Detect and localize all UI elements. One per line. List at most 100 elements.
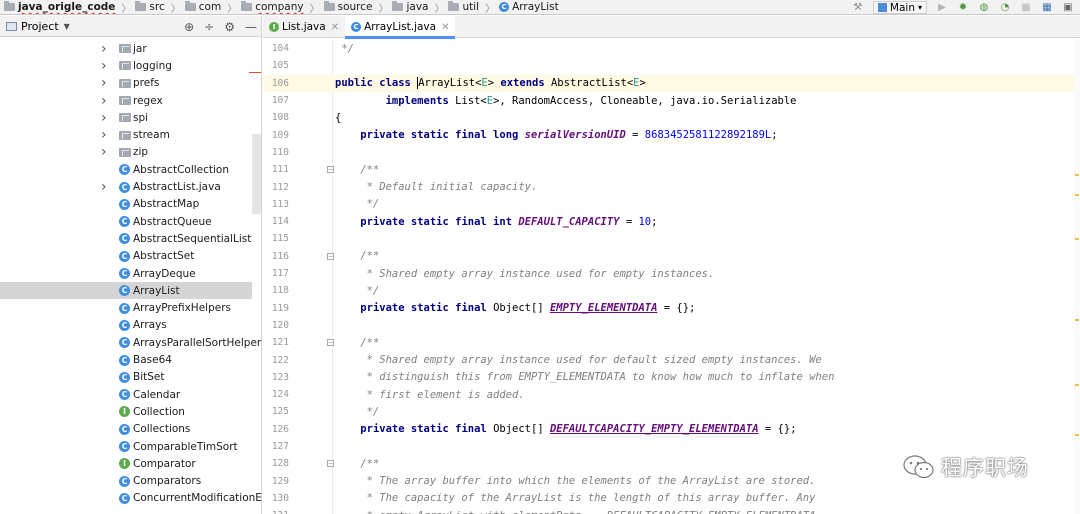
code-line[interactable]: 113 */ xyxy=(263,196,1080,213)
run-configuration-select[interactable]: Main ▾ xyxy=(872,1,927,14)
tree-item[interactable]: › logging xyxy=(0,57,252,74)
fold-toggle-icon[interactable]: − xyxy=(327,339,334,347)
expand-arrow-icon[interactable]: › xyxy=(101,144,107,160)
breadcrumb-company[interactable]: company xyxy=(237,0,304,14)
search-everywhere-icon[interactable]: ▣ xyxy=(1062,2,1074,14)
tab-list-java[interactable]: I List.java ✕ xyxy=(263,16,345,38)
fold-toggle-icon[interactable]: − xyxy=(327,460,334,468)
warning-marker[interactable] xyxy=(1075,174,1079,176)
code-line[interactable]: 119 private static final Object[] EMPTY_… xyxy=(263,300,1080,317)
breadcrumb-java[interactable]: java xyxy=(388,0,428,14)
tree-item[interactable]: C ArrayList xyxy=(0,282,252,300)
tree-item[interactable]: › jar xyxy=(0,40,252,57)
warning-marker[interactable] xyxy=(1075,319,1079,321)
code-line[interactable]: 125 */ xyxy=(263,403,1080,420)
tree-item[interactable]: › regex xyxy=(0,92,252,109)
close-icon[interactable]: ✕ xyxy=(331,22,339,33)
tree-item[interactable]: › stream xyxy=(0,127,252,144)
tree-item[interactable]: C Collections xyxy=(0,421,252,438)
code-line[interactable]: 108 { xyxy=(263,109,1080,126)
expand-arrow-icon[interactable]: › xyxy=(101,110,107,126)
tree-item[interactable]: C ArrayDeque xyxy=(0,265,252,282)
code-line[interactable]: 106 public class ArrayList<E> extends Abs… xyxy=(263,74,1080,92)
tree-item[interactable]: C AbstractMap xyxy=(0,196,252,213)
editor-error-stripe[interactable] xyxy=(1074,39,1080,514)
tree-item[interactable]: I Comparator xyxy=(0,455,252,472)
breadcrumb-file[interactable]: C ArrayList xyxy=(495,0,559,14)
stop-icon[interactable]: ■ xyxy=(1020,2,1032,14)
code-line[interactable]: 110 xyxy=(263,144,1080,161)
code-line[interactable]: 115 xyxy=(263,230,1080,247)
code-line[interactable]: 105 xyxy=(263,57,1080,74)
fold-toggle-icon[interactable]: − xyxy=(327,166,334,174)
warning-marker[interactable] xyxy=(1075,194,1079,196)
build-hammer-icon[interactable]: ⚒ xyxy=(852,2,864,14)
tree-item[interactable]: C ComparableTimSort xyxy=(0,438,252,455)
debug-icon[interactable]: ✹ xyxy=(957,2,969,14)
code-line[interactable]: 112 * Default initial capacity. xyxy=(263,178,1080,195)
profile-icon[interactable]: ◔ xyxy=(999,2,1011,14)
locate-file-icon[interactable]: ⊕ xyxy=(184,20,194,34)
code-line[interactable]: 104 */ xyxy=(263,40,1080,57)
breadcrumb-source[interactable]: source xyxy=(320,0,372,14)
code-line[interactable]: 107 implements List<E>, RandomAccess, Cl… xyxy=(263,92,1080,109)
tree-item[interactable]: C ConcurrentModificationExc xyxy=(0,490,262,507)
fold-toggle-icon[interactable]: − xyxy=(327,252,334,260)
code-line[interactable]: 117 * Shared empty array instance used f… xyxy=(263,265,1080,282)
tree-item[interactable]: C Base64 xyxy=(0,351,252,368)
code-line[interactable]: 116 − /** xyxy=(263,248,1080,265)
code-line[interactable]: 109 private static final long serialVers… xyxy=(263,127,1080,144)
tree-item[interactable]: C AbstractSequentialList xyxy=(0,230,252,247)
tree-item[interactable]: › prefs xyxy=(0,75,252,92)
code-line[interactable]: 122 * Shared empty array instance used f… xyxy=(263,351,1080,368)
code-line[interactable]: 130 * The capacity of the ArrayList is t… xyxy=(263,490,1080,507)
hide-panel-icon[interactable]: — xyxy=(245,20,257,34)
code-line[interactable]: 118 */ xyxy=(263,282,1080,299)
tree-item[interactable]: › spi xyxy=(0,109,252,126)
expand-arrow-icon[interactable]: › xyxy=(101,41,107,57)
breadcrumb-project[interactable]: java_origle_code xyxy=(0,0,115,14)
code-line[interactable]: 124 * first element is added. xyxy=(263,386,1080,403)
run-icon[interactable]: ▶ xyxy=(936,2,948,14)
code-line[interactable]: 120 xyxy=(263,317,1080,334)
code-line[interactable]: 121 − /** xyxy=(263,334,1080,351)
tree-item[interactable]: C Comparators xyxy=(0,473,252,490)
tree-item[interactable]: C AbstractCollection xyxy=(0,161,252,178)
close-icon[interactable]: ✕ xyxy=(441,22,449,33)
warning-marker[interactable] xyxy=(1075,434,1079,436)
expand-arrow-icon[interactable]: › xyxy=(101,58,107,74)
code-line[interactable]: 126 private static final Object[] DEFAUL… xyxy=(263,421,1080,438)
chevron-down-icon[interactable]: ▼ xyxy=(64,22,70,31)
tree-item[interactable]: C Calendar xyxy=(0,386,252,403)
tree-item[interactable]: C BitSet xyxy=(0,369,252,386)
tree-item[interactable]: C Arrays xyxy=(0,317,252,334)
expand-arrow-icon[interactable]: › xyxy=(101,93,107,109)
expand-arrow-icon[interactable]: › xyxy=(101,127,107,143)
project-structure-icon[interactable]: ▦ xyxy=(1041,2,1053,14)
code-editor[interactable]: 104 */ 105 106 public class ArrayList<E> ex… xyxy=(263,39,1080,514)
coverage-icon[interactable]: ◍ xyxy=(978,2,990,14)
expand-arrow-icon[interactable]: › xyxy=(101,179,107,195)
tree-scrollbar[interactable] xyxy=(252,134,261,214)
project-panel-title[interactable]: Project xyxy=(21,20,59,33)
code-line[interactable]: 111 − /** xyxy=(263,161,1080,178)
tree-item[interactable]: I Collection xyxy=(0,403,252,420)
tree-item[interactable]: › C AbstractList.java xyxy=(0,178,252,195)
tree-item[interactable]: C AbstractQueue xyxy=(0,213,252,230)
warning-marker[interactable] xyxy=(1075,238,1079,240)
tree-item[interactable]: C ArrayPrefixHelpers xyxy=(0,300,252,317)
code-line[interactable]: 114 private static final int DEFAULT_CAP… xyxy=(263,213,1080,230)
tree-item[interactable]: C AbstractSet xyxy=(0,248,252,265)
tree-item[interactable]: C ArraysParallelSortHelpers xyxy=(0,334,262,351)
code-line[interactable]: 131 * empty ArrayList with elementData =… xyxy=(263,507,1080,514)
breadcrumb-com[interactable]: com xyxy=(181,0,221,14)
warning-marker[interactable] xyxy=(1075,384,1079,386)
expand-arrow-icon[interactable]: › xyxy=(101,75,107,91)
breadcrumb-util[interactable]: util xyxy=(444,0,479,14)
tree-item[interactable]: › zip xyxy=(0,144,252,161)
tab-arraylist-java[interactable]: C ArrayList.java ✕ xyxy=(345,16,456,39)
breadcrumb-src[interactable]: src xyxy=(131,0,165,14)
collapse-all-icon[interactable]: ÷ xyxy=(204,20,214,34)
code-line[interactable]: 123 * distinguish this from EMPTY_ELEMEN… xyxy=(263,369,1080,386)
gear-icon[interactable]: ⚙ xyxy=(224,20,235,34)
